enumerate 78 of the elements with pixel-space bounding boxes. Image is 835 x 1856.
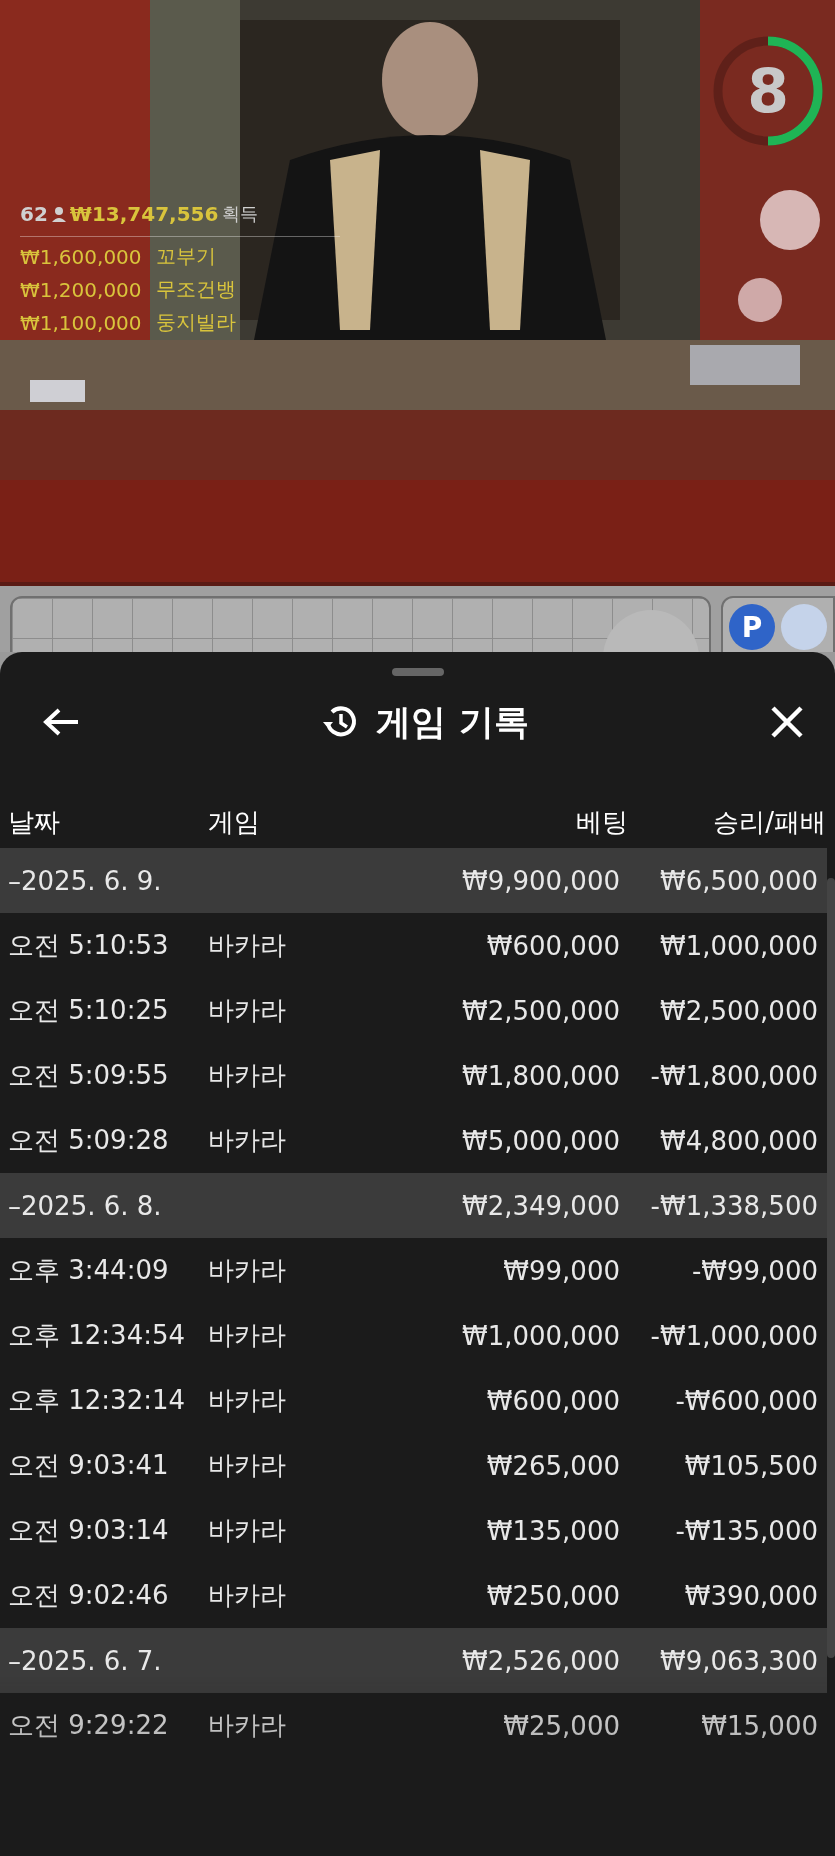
result-cell-text: ₩105,500: [683, 1450, 818, 1481]
winner-name: 둥지빌라: [155, 309, 236, 336]
close-button[interactable]: [769, 704, 805, 740]
time-cell-text: 오전 9:29:22: [8, 1709, 170, 1742]
player-count: 62: [20, 202, 48, 226]
bet-cell-text: ₩99,000: [502, 1255, 620, 1286]
group-date: –2025. 6. 9.: [8, 865, 163, 896]
bet-cell-text: ₩25,000: [502, 1710, 620, 1741]
winner-name: 꼬부기: [155, 243, 216, 270]
time-cell-text: 오전 9:03:14: [8, 1514, 170, 1547]
bet-cell-text: ₩600,000: [485, 1385, 620, 1416]
game-cell-text: 바카라: [208, 929, 287, 962]
date-group-row[interactable]: –2025. 6. 9. ₩9,900,000 ₩6,500,000: [0, 848, 827, 913]
game-cell-text: 바카라: [208, 1709, 287, 1742]
game-cell-text: 바카라: [208, 1514, 287, 1547]
result-cell-text: -₩1,800,000: [649, 1060, 818, 1091]
game-cell-text: 바카라: [208, 1579, 287, 1612]
group-result: ₩6,500,000: [658, 865, 818, 896]
game-cell-text: 바카라: [208, 1319, 287, 1352]
game-cell-text: 바카라: [208, 1384, 287, 1417]
scrollbar[interactable]: [827, 878, 835, 1658]
game-cell-text: 바카라: [208, 1124, 287, 1157]
result-cell-text: ₩390,000: [683, 1580, 818, 1611]
date-group-row[interactable]: –2025. 6. 7. ₩2,526,000 ₩9,063,300: [0, 1628, 827, 1693]
result-cell-text: -₩135,000: [674, 1515, 818, 1546]
time-cell-text: 오후 3:44:09: [8, 1254, 170, 1287]
time-cell-text: 오전 5:10:25: [8, 994, 170, 1027]
game-cell-text: 바카라: [208, 994, 287, 1027]
drag-handle[interactable]: [391, 668, 444, 676]
column-header: 게임: [208, 805, 261, 839]
person-icon: [51, 206, 66, 222]
time-cell-text: 오전 5:09:28: [8, 1124, 170, 1157]
group-date: –2025. 6. 8.: [8, 1190, 163, 1221]
player-badge: P: [729, 604, 775, 650]
game-cell-text: 바카라: [208, 1059, 287, 1092]
result-cell-text: ₩2,500,000: [658, 995, 818, 1026]
date-group-row[interactable]: –2025. 6. 8. ₩2,349,000 -₩1,338,500: [0, 1173, 827, 1238]
group-result: ₩9,063,300: [658, 1645, 818, 1676]
time-cell-text: 오후 12:32:14: [8, 1384, 187, 1417]
result-cell-text: -₩99,000: [690, 1255, 818, 1286]
road-marker: [781, 604, 827, 650]
bet-cell-text: ₩265,000: [485, 1450, 620, 1481]
bet-cell-text: ₩250,000: [485, 1580, 620, 1611]
time-cell-text: 오전 5:10:53: [8, 929, 170, 962]
winner-amount: ₩1,600,000: [20, 244, 142, 269]
bet-cell-text: ₩2,500,000: [460, 995, 620, 1026]
time-cell-text: 오후 12:34:54: [8, 1319, 187, 1352]
result-cell-text: ₩4,800,000: [658, 1125, 818, 1156]
game-cell-text: 바카라: [208, 1449, 287, 1482]
column-header: 승리/패배: [712, 805, 826, 839]
game-cell-text: 바카라: [208, 1254, 287, 1287]
group-bet: ₩2,526,000: [460, 1645, 620, 1676]
countdown-number: 8: [747, 56, 789, 126]
time-cell-text: 오전 9:02:46: [8, 1579, 170, 1612]
winnings-label: 획득: [222, 202, 259, 226]
column-header: 베팅: [575, 805, 628, 839]
group-result: -₩1,338,500: [649, 1190, 818, 1221]
time-cell-text: 오전 9:03:41: [8, 1449, 170, 1482]
group-date: –2025. 6. 7.: [8, 1645, 163, 1676]
result-cell-text: ₩15,000: [700, 1710, 818, 1741]
sheet-title: 게임 기록: [376, 700, 529, 744]
winner-name: 무조건뱅: [155, 276, 236, 303]
winner-amount: ₩1,100,000: [20, 310, 142, 335]
time-cell-text: 오전 5:09:55: [8, 1059, 170, 1092]
group-bet: ₩9,900,000: [460, 865, 620, 896]
result-cell-text: -₩600,000: [674, 1385, 818, 1416]
bet-cell-text: ₩600,000: [485, 930, 620, 961]
bet-cell-text: ₩1,000,000: [460, 1320, 620, 1351]
bet-cell-text: ₩1,800,000: [460, 1060, 620, 1091]
bet-cell-text: ₩5,000,000: [460, 1125, 620, 1156]
total-winnings: ₩13,747,556: [69, 202, 219, 226]
result-cell-text: ₩1,000,000: [658, 930, 818, 961]
winner-amount: ₩1,200,000: [20, 277, 142, 302]
result-cell-text: -₩1,000,000: [649, 1320, 818, 1351]
back-button[interactable]: [42, 707, 80, 737]
group-bet: ₩2,349,000: [460, 1190, 620, 1221]
column-header: 날짜: [8, 805, 61, 839]
bet-cell-text: ₩135,000: [485, 1515, 620, 1546]
